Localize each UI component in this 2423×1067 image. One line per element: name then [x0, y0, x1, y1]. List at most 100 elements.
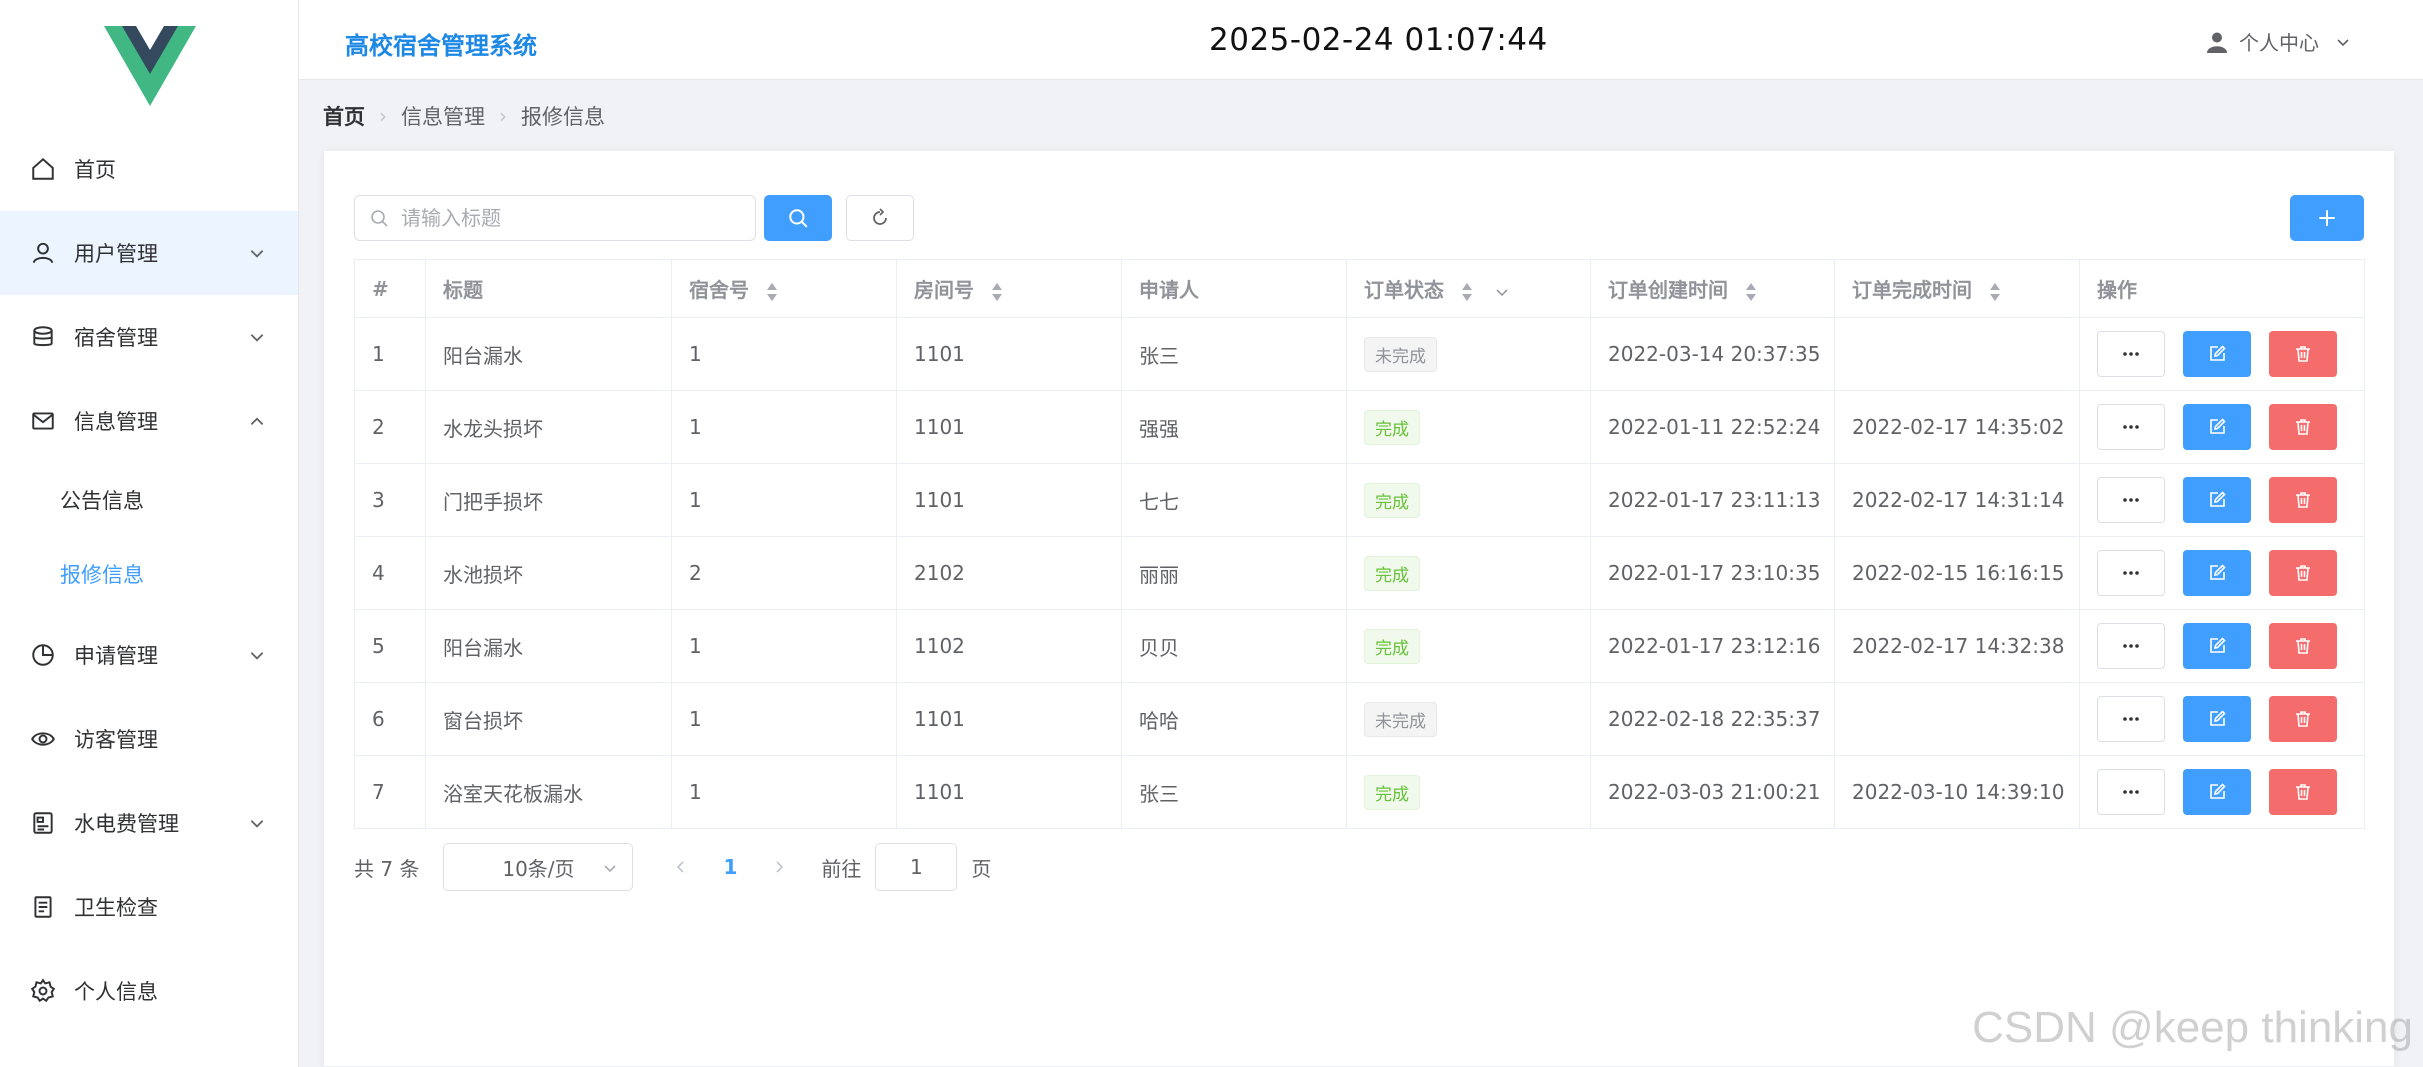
user-center-label: 个人中心	[2239, 31, 2319, 55]
table-row: 7 浴室天花板漏水 1 1101 张三 完成 2022-03-03 21:00:21 2022…	[354, 755, 2365, 829]
cell-created: 2022-01-17 23:12:16	[1590, 609, 1835, 683]
menu-item-visitors[interactable]: 访客管理	[0, 697, 298, 781]
more-button[interactable]	[2097, 404, 2165, 450]
filter-chevron-icon[interactable]	[1494, 284, 1510, 300]
delete-button[interactable]	[2269, 477, 2337, 523]
more-button[interactable]	[2097, 769, 2165, 815]
cell-status: 未完成	[1346, 682, 1591, 756]
cell-finished: 2022-03-10 14:39:10	[1834, 755, 2080, 829]
money-icon	[30, 810, 56, 836]
cell-status: 完成	[1346, 609, 1591, 683]
menu-item-home[interactable]: 首页	[0, 127, 298, 211]
breadcrumb-separator: ›	[499, 104, 507, 128]
more-button[interactable]	[2097, 477, 2165, 523]
edit-button[interactable]	[2183, 331, 2251, 377]
reset-button[interactable]	[846, 195, 914, 241]
column-header-applicant: 申请人	[1121, 259, 1347, 318]
pie-chart-icon	[30, 642, 56, 668]
cell-room: 1101	[896, 682, 1122, 756]
cell-applicant: 强强	[1121, 390, 1347, 464]
delete-button[interactable]	[2269, 696, 2337, 742]
menu-item-applications[interactable]: 申请管理	[0, 613, 298, 697]
menu-item-utilities[interactable]: 水电费管理	[0, 781, 298, 865]
cell-dorm: 1	[671, 463, 897, 537]
column-header-finished[interactable]: 订单完成时间	[1834, 259, 2080, 318]
delete-button[interactable]	[2269, 623, 2337, 669]
more-icon	[2123, 717, 2139, 721]
breadcrumb-home[interactable]: 首页	[323, 101, 365, 131]
cell-dorm: 1	[671, 609, 897, 683]
more-icon	[2123, 425, 2139, 429]
delete-button[interactable]	[2269, 404, 2337, 450]
watermark: CSDN @keep thinking	[1972, 1003, 2413, 1052]
delete-button[interactable]	[2269, 769, 2337, 815]
document-icon	[30, 894, 56, 920]
add-button[interactable]	[2290, 195, 2364, 241]
next-page-icon[interactable]	[769, 857, 789, 877]
database-icon	[30, 324, 56, 350]
page-size-value: 10条/页	[502, 856, 575, 881]
search-button[interactable]	[764, 195, 832, 241]
column-header-status[interactable]: 订单状态	[1346, 259, 1591, 318]
edit-button[interactable]	[2183, 623, 2251, 669]
edit-button[interactable]	[2183, 696, 2251, 742]
cell-status: 完成	[1346, 755, 1591, 829]
search-input-wrapper[interactable]	[354, 195, 756, 241]
cell-applicant: 张三	[1121, 755, 1347, 829]
cell-no: 3	[354, 463, 426, 537]
menu-item-info[interactable]: 信息管理	[0, 379, 298, 463]
page-number-current[interactable]: 1	[723, 855, 737, 879]
menu-item-hygiene[interactable]: 卫生检查	[0, 865, 298, 949]
chevron-down-icon	[2337, 38, 2349, 46]
sidebar: 首页 用户管理 宿舍管理 信息管理 公告信息 报修信息 申请管理 访客管理 水电…	[0, 0, 299, 1067]
more-button[interactable]	[2097, 331, 2165, 377]
edit-button[interactable]	[2183, 404, 2251, 450]
message-icon	[30, 408, 56, 434]
row-actions	[2097, 550, 2364, 596]
cell-title: 阳台漏水	[425, 317, 672, 391]
prev-page-icon[interactable]	[671, 857, 691, 877]
sort-icon[interactable]	[1461, 282, 1473, 302]
edit-icon	[2210, 491, 2226, 507]
column-header-created[interactable]: 订单创建时间	[1590, 259, 1835, 318]
more-button[interactable]	[2097, 623, 2165, 669]
cell-actions	[2079, 390, 2365, 464]
edit-button[interactable]	[2183, 550, 2251, 596]
menu-item-profile[interactable]: 个人信息	[0, 949, 298, 1033]
cell-actions	[2079, 463, 2365, 537]
sort-icon[interactable]	[1989, 282, 2001, 302]
sort-icon[interactable]	[1745, 282, 1757, 302]
edit-button[interactable]	[2183, 769, 2251, 815]
column-header-room[interactable]: 房间号	[896, 259, 1122, 318]
column-header-dorm[interactable]: 宿舍号	[671, 259, 897, 318]
menu-item-dorms[interactable]: 宿舍管理	[0, 295, 298, 379]
menu-item-users[interactable]: 用户管理	[0, 211, 298, 295]
edit-icon	[2210, 564, 2226, 580]
user-center-dropdown[interactable]: 个人中心	[2205, 27, 2351, 56]
sort-icon[interactable]	[991, 282, 1003, 302]
vue-logo-icon	[104, 26, 196, 106]
sort-icon[interactable]	[766, 282, 778, 302]
submenu-item-repair[interactable]: 报修信息	[0, 537, 298, 611]
search-input[interactable]	[399, 205, 733, 231]
edit-button[interactable]	[2183, 477, 2251, 523]
delete-button[interactable]	[2269, 550, 2337, 596]
more-button[interactable]	[2097, 696, 2165, 742]
edit-icon	[2210, 637, 2226, 653]
cell-title: 水龙头损坏	[425, 390, 672, 464]
more-icon	[2123, 790, 2139, 794]
menu-label: 访客管理	[74, 728, 158, 752]
system-title: 高校宿舍管理系统	[345, 32, 537, 60]
column-header-actions: 操作	[2079, 259, 2365, 318]
eye-icon	[30, 726, 56, 752]
cell-no: 5	[354, 609, 426, 683]
row-actions	[2097, 477, 2364, 523]
more-button[interactable]	[2097, 550, 2165, 596]
table-row: 1 阳台漏水 1 1101 张三 未完成 2022-03-14 20:37:35	[354, 317, 2365, 391]
page-size-select[interactable]: 10条/页	[443, 843, 634, 891]
cell-room: 1101	[896, 463, 1122, 537]
pagination-total: 共 7 条	[354, 856, 420, 881]
goto-page-input[interactable]	[875, 843, 958, 891]
delete-button[interactable]	[2269, 331, 2337, 377]
submenu-item-announcement[interactable]: 公告信息	[0, 463, 298, 537]
